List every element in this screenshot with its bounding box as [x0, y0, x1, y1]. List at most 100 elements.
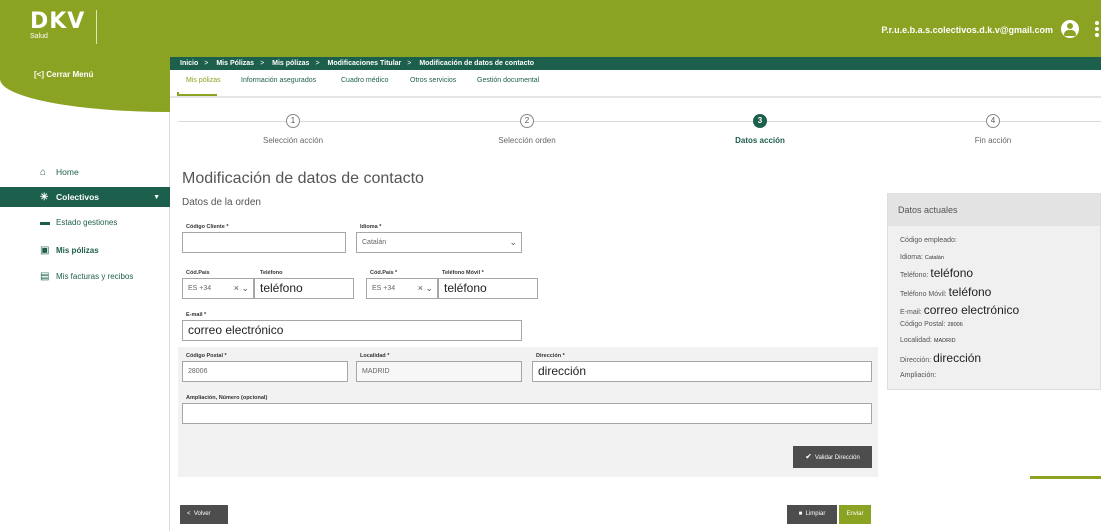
- stepper-line: [178, 121, 1101, 122]
- close-menu-button[interactable]: [<] Cerrar Menú: [34, 70, 93, 79]
- current-label: Ampliación:: [900, 372, 937, 379]
- current-value: MADRID: [933, 338, 956, 344]
- sidebar: [<] Cerrar Menú ⌂ Home ✳ Colectivos ▼ ▬ …: [0, 57, 170, 531]
- current-telefono: Teléfono: teléfono: [900, 266, 973, 280]
- tab-cuadro-medico[interactable]: Cuadro médico: [341, 77, 388, 84]
- codigo-postal-label: Código Postal *: [186, 353, 227, 359]
- sidebar-header: [<] Cerrar Menú: [0, 57, 170, 112]
- tab-informacion-asegurados[interactable]: Información asegurados: [241, 77, 316, 84]
- current-label: Código empleado:: [900, 237, 957, 244]
- current-value: correo electrónico: [923, 303, 1020, 317]
- page-title: Modificación de datos de contacto: [182, 170, 424, 187]
- top-bar: DKV Salud P.r.u.e.b.a.s.colectivos.d.k.v…: [0, 0, 1101, 57]
- current-direccion: Dirección: dirección: [900, 351, 981, 365]
- tab-gestion-documental[interactable]: Gestión documental: [477, 77, 539, 84]
- breadcrumb-item[interactable]: Modificaciones Titular: [328, 60, 402, 67]
- direccion-input[interactable]: dirección: [532, 361, 872, 382]
- order-form: Código Cliente * Idioma * Catalán ⌄ Cód.…: [178, 213, 878, 477]
- step-1-label: Selección acción: [262, 136, 324, 145]
- codigo-cliente-input[interactable]: [182, 232, 346, 253]
- breadcrumb-item[interactable]: Mis pólizas: [272, 60, 309, 67]
- telefono-label: Teléfono: [260, 270, 283, 276]
- idioma-selected: Catalán: [362, 239, 387, 246]
- localidad-label: Localidad *: [360, 353, 390, 359]
- clear-chevron-icon[interactable]: × ⌄: [234, 279, 249, 298]
- step-2-label: Selección orden: [498, 136, 556, 145]
- step-3-circle: 3: [753, 114, 767, 128]
- breadcrumb: Inicio > Mis Pólizas > Mis pólizas > Modifi…: [170, 57, 1101, 70]
- sidebar-item-label: Estado gestiones: [56, 217, 118, 227]
- step-3-label: Datos acción: [735, 136, 785, 145]
- caret-down-icon: ▼: [153, 193, 160, 201]
- current-ampliacion: Ampliación:: [900, 372, 936, 379]
- dkv-logo[interactable]: DKV Salud: [30, 9, 86, 41]
- current-data-panel: Datos actuales Código empleado: Idioma: …: [887, 193, 1101, 390]
- step-2-circle: 2: [520, 114, 534, 128]
- back-label: Volver: [193, 511, 211, 517]
- current-label: Teléfono:: [900, 272, 929, 279]
- sidebar-item-mis-polizas[interactable]: ▣ Mis pólizas: [0, 240, 170, 260]
- breadcrumb-current: Modificación de datos de contacto: [419, 60, 535, 67]
- breadcrumb-item[interactable]: Inicio: [180, 60, 198, 67]
- email-label: E-mail *: [186, 312, 207, 318]
- email-input[interactable]: correo electrónico: [182, 320, 522, 341]
- codigo-postal-input[interactable]: 28006: [182, 361, 348, 382]
- ampliacion-label: Ampliación, Número (opcional): [186, 395, 268, 401]
- breadcrumb-item[interactable]: Mis Pólizas: [216, 60, 254, 67]
- sidebar-item-colectivos[interactable]: ✳ Colectivos ▼: [0, 187, 170, 207]
- current-value: teléfono: [948, 285, 992, 299]
- more-options-icon[interactable]: [1095, 21, 1099, 37]
- current-localidad: Localidad: MADRID: [900, 337, 956, 344]
- current-value: teléfono: [930, 266, 974, 280]
- codigo-cliente-label: Código Cliente *: [186, 224, 229, 230]
- logo-brand: DKV: [30, 9, 86, 34]
- clean-button[interactable]: ■ Limpiar: [787, 505, 837, 524]
- sidebar-item-mis-facturas[interactable]: ▤ Mis facturas y recibos: [0, 266, 170, 286]
- validate-address-button[interactable]: ✔ Validar Dirección: [793, 446, 872, 468]
- active-tab-indicator: [177, 92, 217, 96]
- section-title: Datos de la orden: [182, 197, 261, 208]
- clear-chevron-icon[interactable]: × ⌄: [418, 279, 433, 298]
- back-button[interactable]: < Volver: [180, 505, 228, 524]
- chevron-down-icon: ⌄: [509, 237, 517, 247]
- sidebar-item-label: Home: [56, 167, 79, 177]
- current-value: dirección: [933, 351, 982, 365]
- cod-pais-movil-selected: ES +34: [372, 285, 396, 292]
- current-idioma: Idioma: Catalán: [900, 254, 944, 261]
- step-4-circle: 4: [986, 114, 1000, 128]
- current-data-title: Datos actuales: [888, 194, 1100, 226]
- current-email: E-mail: correo electrónico: [900, 303, 1019, 317]
- cod-pais-select[interactable]: ES +34 × ⌄: [182, 278, 254, 299]
- step-1-circle: 1: [286, 114, 300, 128]
- card-icon: ▬: [40, 216, 50, 228]
- current-label: Código Postal:: [900, 321, 946, 328]
- idioma-select[interactable]: Catalán ⌄: [356, 232, 522, 253]
- clean-label: Limpiar: [805, 511, 826, 517]
- chevron-left-icon: <: [187, 511, 191, 517]
- tab-mis-polizas[interactable]: Mis pólizas: [186, 77, 221, 84]
- sidebar-item-estado-gestiones[interactable]: ▬ Estado gestiones: [0, 212, 170, 232]
- user-icon[interactable]: [1061, 20, 1079, 38]
- cod-pais-selected: ES +34: [188, 285, 212, 292]
- current-label: Teléfono Móvil:: [900, 291, 947, 298]
- send-button[interactable]: Enviar: [839, 505, 871, 524]
- telefono-movil-input[interactable]: teléfono: [438, 278, 538, 299]
- cod-pais-movil-select[interactable]: ES +34 × ⌄: [366, 278, 438, 299]
- check-icon: ✔: [805, 452, 812, 461]
- current-codigo-empleado: Código empleado:: [900, 237, 957, 244]
- ampliacion-input[interactable]: [182, 403, 872, 424]
- direccion-label: Dirección *: [536, 353, 565, 359]
- user-email[interactable]: P.r.u.e.b.a.s.colectivos.d.k.v@gmail.com: [881, 25, 1053, 35]
- logo-divider: [96, 10, 97, 44]
- trash-icon: ■: [798, 511, 803, 517]
- cod-pais-label: Cód.País: [186, 270, 210, 276]
- tab-otros-servicios[interactable]: Otros servicios: [410, 77, 456, 84]
- telefono-input[interactable]: teléfono: [254, 278, 354, 299]
- invoice-icon: ▤: [40, 270, 50, 282]
- current-label: Localidad:: [900, 337, 932, 344]
- sidebar-item-home[interactable]: ⌂ Home: [0, 162, 170, 182]
- localidad-input[interactable]: MADRID: [356, 361, 522, 382]
- document-icon: ▣: [40, 244, 50, 256]
- network-icon: ✳: [40, 191, 49, 203]
- current-label: Idioma:: [900, 254, 923, 261]
